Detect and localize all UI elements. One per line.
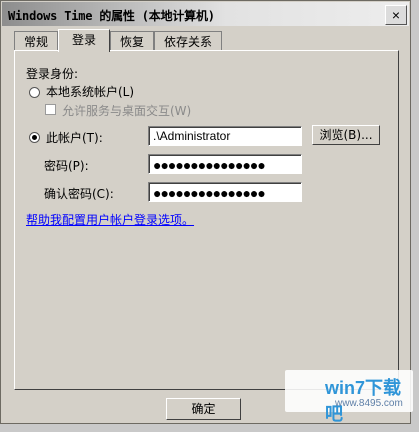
logon-help-link[interactable]: 帮助我配置用户帐户登录选项。 [26, 211, 194, 228]
tab-logon[interactable]: 登录 [58, 29, 110, 52]
tab-recovery[interactable]: 恢复 [110, 31, 154, 51]
confirm-password-input[interactable]: ●●●●●●●●●●●●●●● [148, 182, 302, 202]
password-input[interactable]: ●●●●●●●●●●●●●●● [148, 154, 302, 174]
watermark-url: www.8495.com [335, 398, 403, 409]
desktop-interaction-checkbox[interactable] [45, 104, 56, 115]
account-name-input[interactable]: .\Administrator [148, 126, 302, 146]
close-button[interactable]: × [385, 5, 407, 25]
ok-button[interactable]: 确定 [166, 398, 241, 420]
password-label: 密码(P): [44, 159, 89, 173]
window-title: Windows Time 的属性 (本地计算机) [8, 9, 215, 23]
watermark: win7下载吧 www.8495.com [285, 370, 413, 424]
service-properties-dialog: Windows Time 的属性 (本地计算机) × 常规 登录 恢复 依存关系… [0, 0, 411, 424]
title-bar[interactable]: Windows Time 的属性 (本地计算机) × [2, 2, 409, 26]
browse-button[interactable]: 浏览(B)... [312, 125, 380, 145]
this-account-radio[interactable] [29, 132, 40, 143]
tab-dependencies[interactable]: 依存关系 [154, 31, 222, 51]
this-account-label[interactable]: 此帐户(T): [46, 129, 103, 146]
local-system-label[interactable]: 本地系统帐户(L) [46, 83, 134, 100]
confirm-password-label: 确认密码(C): [44, 187, 114, 201]
logon-as-label: 登录身份: [26, 67, 79, 81]
desktop-interaction-label: 允许服务与桌面交互(W) [62, 104, 192, 118]
tab-general[interactable]: 常规 [14, 31, 58, 51]
local-system-radio[interactable] [29, 87, 40, 98]
logon-panel: 登录身份: 本地系统帐户(L) 允许服务与桌面交互(W) 此帐户(T): .\A… [14, 50, 399, 390]
